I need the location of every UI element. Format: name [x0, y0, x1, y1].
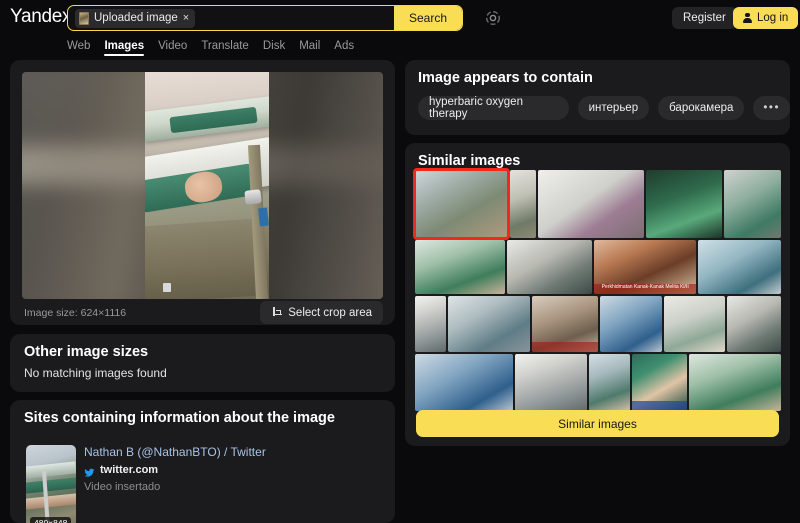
- similar-image-tile[interactable]: [664, 296, 724, 352]
- other-image-sizes-message: No matching images found: [24, 366, 167, 380]
- similar-image-caption: [532, 342, 598, 352]
- image-preview-panel: Image size: 624×1116 Select crop area: [10, 60, 395, 325]
- person-icon: [743, 13, 752, 23]
- similar-image-tile[interactable]: [632, 354, 687, 411]
- sites-panel-title: Sites containing information about the i…: [24, 410, 335, 426]
- similar-images-grid: Perkhidmatan Kanak-Kanak Melita Kl/II: [415, 170, 781, 413]
- image-contains-tag-row: hyperbaric oxygen therapy интерьер барок…: [418, 96, 790, 120]
- similar-images-button[interactable]: Similar images: [416, 410, 779, 437]
- select-crop-area-label: Select crop area: [288, 307, 372, 319]
- similar-image-tile[interactable]: [646, 170, 722, 238]
- tab-web[interactable]: Web: [67, 40, 90, 56]
- uploaded-image-thumb-icon: [79, 12, 89, 25]
- similar-image-tile[interactable]: [515, 354, 587, 411]
- similar-image-tile[interactable]: [589, 354, 630, 411]
- similar-image-tile-selected[interactable]: [415, 170, 508, 238]
- yandex-logo[interactable]: Yandex: [10, 6, 71, 28]
- camera-icon[interactable]: [484, 9, 502, 27]
- other-image-sizes-panel: Other image sizes No matching images fou…: [10, 334, 395, 392]
- login-button[interactable]: Log in: [733, 7, 798, 29]
- similar-image-caption: Perkhidmatan Kanak-Kanak Melita Kl/II: [594, 284, 696, 294]
- site-domain-label: twitter.com: [100, 464, 158, 476]
- uploaded-image-chip-label: Uploaded image: [94, 12, 178, 24]
- similar-images-row: [415, 354, 781, 411]
- nav-tabs: Web Images Video Translate Disk Mail Ads: [67, 36, 354, 56]
- tab-video[interactable]: Video: [158, 40, 187, 56]
- similar-image-tile[interactable]: [727, 296, 781, 352]
- similar-images-row: Perkhidmatan Kanak-Kanak Melita Kl/II: [415, 240, 781, 294]
- select-crop-area-button[interactable]: Select crop area: [260, 301, 383, 324]
- similar-image-tile[interactable]: [689, 354, 781, 411]
- crop-icon: [271, 307, 282, 318]
- sites-panel: Sites containing information about the i…: [10, 400, 395, 523]
- similar-images-row: [415, 170, 781, 238]
- tab-images[interactable]: Images: [104, 40, 144, 56]
- yandex-image-search-page: Yandex Uploaded image × Search Register …: [0, 0, 800, 523]
- similar-image-tile[interactable]: [507, 240, 592, 294]
- image-contains-title: Image appears to contain: [418, 70, 593, 86]
- similar-image-tile[interactable]: [538, 170, 644, 238]
- similar-image-tile[interactable]: Perkhidmatan Kanak-Kanak Melita Kl/II: [594, 240, 696, 294]
- search-button[interactable]: Search: [394, 6, 462, 30]
- more-tags-button[interactable]: •••: [753, 96, 790, 120]
- similar-image-tile[interactable]: [600, 296, 662, 352]
- video-frame-marker-icon: [163, 283, 171, 292]
- similar-images-row: [415, 296, 781, 352]
- close-icon[interactable]: ×: [183, 13, 189, 24]
- tag-barochamber[interactable]: барокамера: [658, 96, 744, 120]
- preview-foreground-image: [145, 72, 269, 299]
- tab-disk[interactable]: Disk: [263, 40, 285, 56]
- site-thumbnail[interactable]: 480×848: [26, 445, 76, 523]
- similar-image-tile[interactable]: [532, 296, 598, 352]
- site-thumbnail-size-badge: 480×848: [30, 517, 71, 523]
- image-size-label: Image size: 624×1116: [24, 307, 126, 319]
- site-title-link[interactable]: Nathan B (@NathanBTO) / Twitter: [84, 445, 266, 459]
- image-contains-panel: Image appears to contain hyperbaric oxyg…: [405, 60, 790, 135]
- similar-image-tile[interactable]: [510, 170, 537, 238]
- site-description: Video insertado: [84, 481, 160, 493]
- tab-mail[interactable]: Mail: [299, 40, 320, 56]
- site-domain-row: twitter.com: [84, 464, 158, 476]
- similar-images-title: Similar images: [418, 153, 520, 169]
- similar-image-tile[interactable]: [448, 296, 530, 352]
- similar-image-tile[interactable]: [415, 296, 446, 352]
- similar-image-tile[interactable]: [415, 240, 505, 294]
- twitter-bird-icon: [84, 465, 95, 475]
- uploaded-image-preview[interactable]: [22, 72, 383, 299]
- uploaded-image-chip[interactable]: Uploaded image ×: [75, 9, 195, 28]
- tag-interior[interactable]: интерьер: [578, 96, 650, 120]
- similar-image-tile[interactable]: [698, 240, 781, 294]
- similar-image-tile[interactable]: [724, 170, 781, 238]
- similar-images-panel: Similar images Perkhidmatan Kanak-Kanak …: [405, 143, 790, 446]
- tab-translate[interactable]: Translate: [201, 40, 249, 56]
- login-button-label: Log in: [757, 12, 788, 24]
- similar-image-tile[interactable]: [415, 354, 513, 411]
- tab-ads[interactable]: Ads: [334, 40, 354, 56]
- register-button[interactable]: Register: [672, 7, 737, 29]
- search-input[interactable]: Uploaded image × Search: [67, 5, 463, 31]
- other-image-sizes-title: Other image sizes: [24, 344, 148, 360]
- tag-hyperbaric-oxygen-therapy[interactable]: hyperbaric oxygen therapy: [418, 96, 569, 120]
- header: Yandex Uploaded image × Search Register …: [0, 0, 800, 36]
